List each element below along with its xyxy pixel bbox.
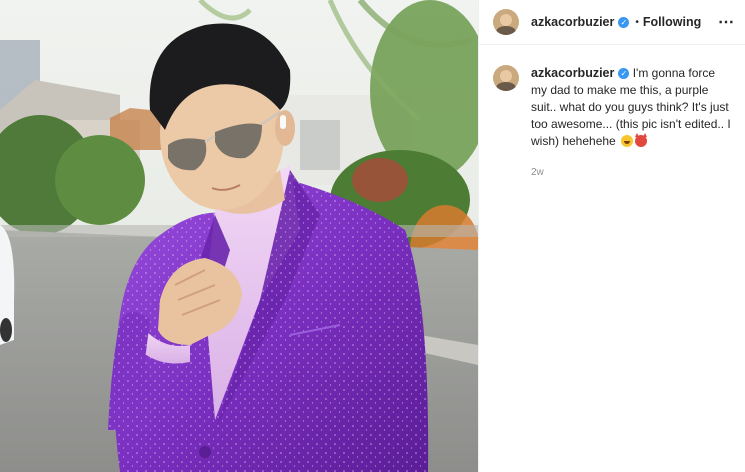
more-options-icon[interactable]: ⋯: [718, 12, 735, 32]
caption-body: azkacorbuzier ✓ I'm gonna force my dad to…: [531, 65, 733, 181]
post-side-panel: azkacorbuzier ✓ • Following ⋯ azkacorbuz…: [478, 0, 745, 472]
grinning-face-emoji-icon: [621, 135, 634, 147]
caption-avatar[interactable]: [493, 65, 519, 91]
following-button[interactable]: Following: [643, 15, 701, 29]
verified-badge-icon: ✓: [618, 16, 630, 28]
separator-dot: •: [635, 16, 639, 28]
post-header: azkacorbuzier ✓ • Following ⋯: [479, 0, 745, 45]
smiling-devil-emoji-icon: [635, 133, 648, 147]
header-username[interactable]: azkacorbuzier: [531, 15, 614, 29]
instagram-post: azkacorbuzier ✓ • Following ⋯ azkacorbuz…: [0, 0, 745, 472]
caption-verified-badge-icon: ✓: [618, 68, 630, 80]
avatar[interactable]: [493, 9, 519, 35]
caption-username[interactable]: azkacorbuzier: [531, 66, 614, 80]
post-photo[interactable]: [0, 0, 478, 472]
post-timestamp[interactable]: 2w: [531, 164, 733, 181]
caption-comment: azkacorbuzier ✓ I'm gonna force my dad to…: [479, 45, 745, 181]
photo-illustration: [0, 0, 478, 472]
